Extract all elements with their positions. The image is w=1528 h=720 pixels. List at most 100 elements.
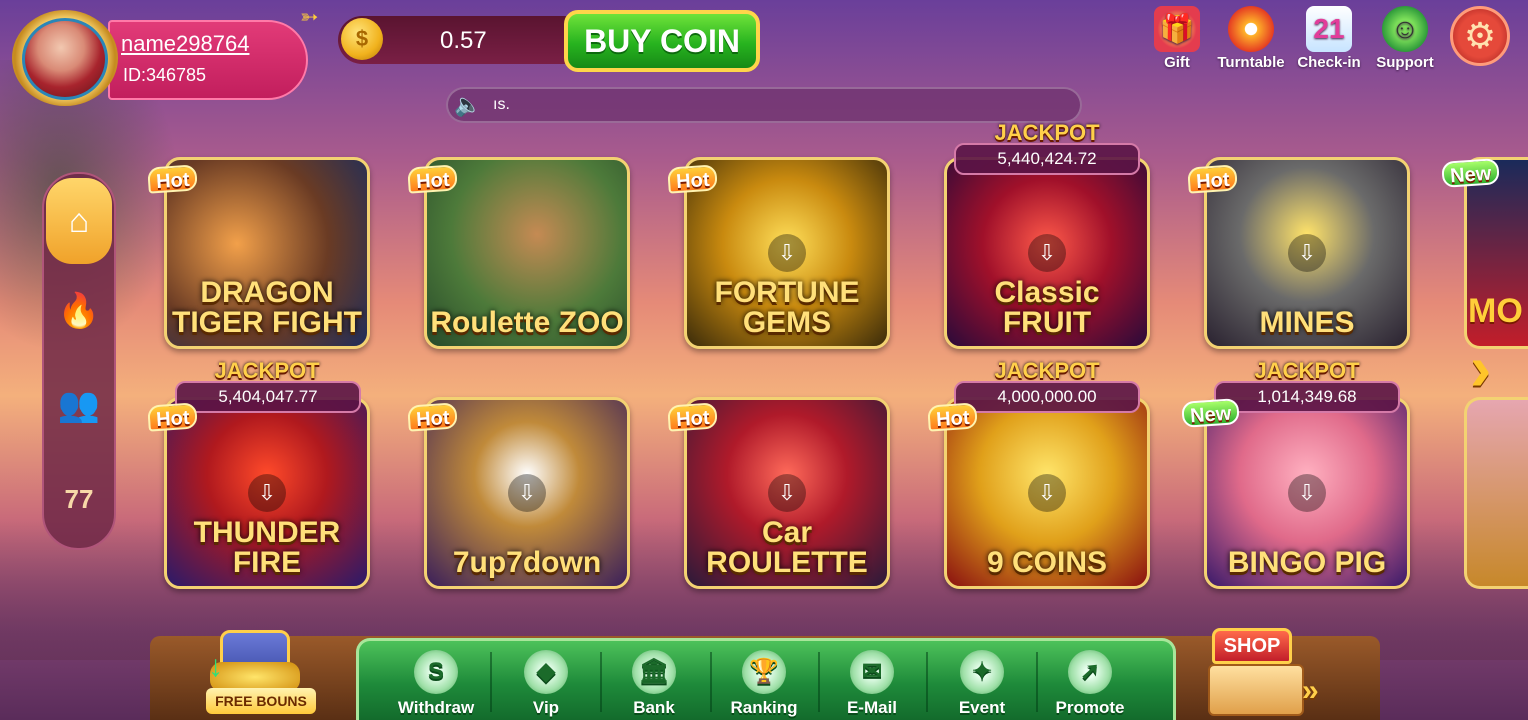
jackpot-value: 5,404,047.77 <box>175 381 361 413</box>
turntable-label: Turntable <box>1217 54 1285 71</box>
shop-label: SHOP <box>1212 628 1292 664</box>
download-icon: ⇩ <box>248 474 286 512</box>
game-title: 9 COINS <box>986 546 1108 579</box>
nav-divider <box>600 652 602 712</box>
bank-button[interactable]: 🏛 Bank <box>604 650 704 718</box>
promote-button[interactable]: ➚ Promote <box>1040 650 1140 718</box>
checkin-button[interactable]: 21 Check-in <box>1294 6 1364 71</box>
support-icon: ☺ <box>1382 6 1428 52</box>
event-label: Event <box>958 698 1006 717</box>
nav-divider <box>926 652 928 712</box>
green-arrow-icon: ↓ <box>208 650 223 683</box>
nav-divider <box>1036 652 1038 712</box>
jackpot-value: 4,000,000.00 <box>954 381 1140 413</box>
game-thunder-fire[interactable]: ⇩ THUNDER FIRE <box>164 397 370 589</box>
hot-badge: Hot <box>407 164 459 194</box>
gift-icon: 🎁 <box>1154 6 1200 52</box>
game-title: Car ROULETTE <box>706 516 868 579</box>
new-badge: New <box>1181 398 1240 428</box>
event-gift-icon: ✦ <box>960 650 1004 694</box>
support-button[interactable]: ☺ Support <box>1370 6 1440 71</box>
vip-button[interactable]: ◆ Vip <box>496 650 596 718</box>
download-icon: ⇩ <box>768 234 806 272</box>
ranking-label: Ranking <box>730 698 798 717</box>
withdraw-label: Withdraw <box>397 698 475 717</box>
hot-badge: Hot <box>147 402 199 432</box>
game-title: BINGO PIG <box>1227 546 1387 579</box>
game-7up7down[interactable]: ⇩ 7up7down <box>424 397 630 589</box>
bank-icon: 🏛 <box>632 650 676 694</box>
announcement-bar <box>446 87 1082 123</box>
game-car-roulette[interactable]: ⇩ Car ROULETTE <box>684 397 890 589</box>
double-chevron-icon: » <box>1302 674 1319 707</box>
hot-badge: Hot <box>927 402 979 432</box>
game-title: Classic FRUIT <box>994 276 1100 339</box>
shop-button[interactable]: SHOP » <box>1200 624 1340 720</box>
event-button[interactable]: ✦ Event <box>932 650 1032 718</box>
game-classic-fruit[interactable]: ⇩ Classic FRUIT <box>944 157 1150 349</box>
bank-label: Bank <box>633 698 675 717</box>
arrow-decoration-icon: ➳ <box>300 4 319 29</box>
withdraw-button[interactable]: S Withdraw <box>386 650 486 718</box>
game-9-coins[interactable]: ⇩ 9 COINS <box>944 397 1150 589</box>
nav-divider <box>490 652 492 712</box>
game-title: 7up7down <box>452 546 602 579</box>
hot-badge: Hot <box>1187 164 1239 194</box>
envelope-icon: ✉ <box>850 650 894 694</box>
hot-badge: Hot <box>147 164 199 194</box>
home-icon[interactable]: ⌂ <box>46 178 112 264</box>
gift-button[interactable]: 🎁 Gift <box>1142 6 1212 71</box>
calendar-icon: 21 <box>1306 6 1352 52</box>
game-title: FORTUNE GEMS <box>714 276 860 339</box>
announcement-text: ıs. <box>493 96 510 113</box>
game-partial-title: MO <box>1468 292 1523 330</box>
download-icon: ⇩ <box>768 474 806 512</box>
turntable-button[interactable]: Turntable <box>1216 6 1286 71</box>
buy-coin-button[interactable]: BUY COIN <box>564 10 760 72</box>
diamond-icon: ◆ <box>524 650 568 694</box>
trophy-icon: 🏆 <box>742 650 786 694</box>
game-title: Roulette ZOO <box>430 306 624 339</box>
download-icon: ⇩ <box>1288 234 1326 272</box>
hot-badge: Hot <box>667 402 719 432</box>
vip-label: Vip <box>532 698 560 717</box>
coin-icon: $ <box>341 18 383 60</box>
settings-gear-icon[interactable]: ⚙ <box>1450 6 1510 66</box>
slot-777-icon[interactable]: 77 <box>50 470 108 528</box>
support-label: Support <box>1376 54 1434 71</box>
download-icon: ⇩ <box>508 474 546 512</box>
gift-label: Gift <box>1164 54 1190 71</box>
nav-divider <box>710 652 712 712</box>
hot-badge: Hot <box>667 164 719 194</box>
scroll-right-chevron-icon[interactable]: › <box>1470 330 1516 406</box>
fire-icon[interactable]: 🔥 <box>50 282 108 340</box>
game-title: MINES <box>1259 306 1355 339</box>
hot-badge: Hot <box>407 402 459 432</box>
balance-value: 0.57 <box>440 27 487 54</box>
free-bonus-label: FREE BOUNS <box>206 688 316 714</box>
jackpot-value: 5,440,424.72 <box>954 143 1140 175</box>
nav-divider <box>818 652 820 712</box>
checkin-label: Check-in <box>1297 54 1361 71</box>
game-bingo-pig[interactable]: ⇩ BINGO PIG <box>1204 397 1410 589</box>
game-title: THUNDER FIRE <box>193 516 341 579</box>
promote-icon: ➚ <box>1068 650 1112 694</box>
users-icon[interactable]: 👥 <box>50 376 108 434</box>
turntable-icon <box>1228 6 1274 52</box>
email-label: E-Mail <box>846 698 898 717</box>
user-id: ID:346785 <box>123 65 207 85</box>
download-icon: ⇩ <box>1028 234 1066 272</box>
jackpot-value: 1,014,349.68 <box>1214 381 1400 413</box>
shop-stall-icon <box>1208 664 1304 716</box>
ranking-button[interactable]: 🏆 Ranking <box>714 650 814 718</box>
new-badge: New <box>1441 158 1500 188</box>
game-title: DRAGON TIGER FIGHT <box>172 276 362 339</box>
avatar[interactable] <box>22 18 108 100</box>
speaker-icon: 🔈 <box>454 92 482 117</box>
username[interactable]: name298764 <box>121 31 249 57</box>
download-icon: ⇩ <box>1288 474 1326 512</box>
withdraw-icon: S <box>414 650 458 694</box>
download-icon: ⇩ <box>1028 474 1066 512</box>
email-button[interactable]: ✉ E-Mail <box>822 650 922 718</box>
game-partial-right-bottom[interactable] <box>1464 397 1528 589</box>
